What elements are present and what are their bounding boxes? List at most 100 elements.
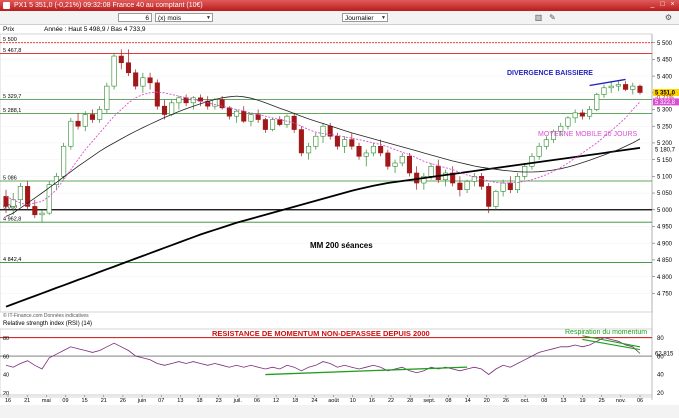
- candle-body: [32, 206, 38, 216]
- divergence-annotation: DIVERGENCE BAISSIERE: [507, 70, 593, 77]
- candle-body: [97, 109, 103, 120]
- x-tick-label: juin: [137, 398, 147, 404]
- x-tick-label: 18: [292, 398, 298, 404]
- candle-body: [241, 110, 247, 122]
- x-tick-label: mai: [42, 398, 51, 404]
- candle-body: [334, 135, 340, 147]
- price-y-tick-label: 5 000: [657, 208, 673, 214]
- candle-body: [169, 102, 175, 115]
- candle-body: [587, 109, 593, 117]
- level-label: 5 086: [3, 176, 17, 182]
- candle-body: [133, 72, 139, 87]
- candle-body: [507, 182, 513, 191]
- candle-body: [601, 87, 607, 95]
- candle-body: [478, 176, 485, 187]
- x-tick-label: 26: [120, 398, 126, 404]
- mm200-annotation: MM 200 séances: [310, 241, 373, 250]
- x-tick-label: oct.: [521, 398, 530, 404]
- rsi-last-value: 62,815: [655, 352, 674, 358]
- price-y-tick-label: 5 050: [657, 191, 673, 197]
- rsi-left-tick-label: 60: [3, 354, 9, 360]
- level-label: 4 842,4: [3, 257, 21, 263]
- candle-body: [378, 145, 384, 154]
- candle-body: [363, 152, 369, 157]
- candle-body: [406, 155, 412, 174]
- level-label: 5 500: [3, 37, 17, 43]
- candle-body: [161, 105, 168, 115]
- x-tick-label: 26: [503, 398, 509, 404]
- candle-body: [89, 114, 95, 120]
- candle-body: [154, 82, 160, 107]
- bottom-scrollbar: [0, 405, 679, 418]
- x-tick-label: 09: [62, 398, 68, 404]
- candle-body: [298, 129, 304, 154]
- x-tick-label: 25: [599, 398, 605, 404]
- ma20-line: [5, 91, 641, 206]
- candle-body: [61, 145, 67, 177]
- x-tick-label: 28: [407, 398, 413, 404]
- candle-body: [3, 196, 9, 207]
- x-tick-label: 21: [24, 398, 30, 404]
- x-tick-label: 13: [177, 398, 183, 404]
- candle-body: [399, 155, 405, 164]
- candle-body: [457, 182, 463, 191]
- rsi-left-tick-label: 40: [3, 373, 9, 379]
- level-label: 4 962,8: [3, 217, 21, 223]
- x-tick-label: nov.: [616, 398, 626, 404]
- candle-body: [284, 115, 290, 125]
- candle-body: [125, 62, 132, 74]
- candle-body: [277, 119, 283, 125]
- candle-body: [579, 112, 585, 117]
- price-tag-label: 5 322,8: [655, 100, 676, 106]
- x-tick-label: 07: [158, 398, 164, 404]
- x-tick-label: 08: [445, 398, 451, 404]
- candle-body: [500, 182, 506, 192]
- candle-body: [75, 120, 81, 127]
- candle-body: [140, 77, 146, 87]
- price-chart[interactable]: 5 500 5 467,8 5 329,7 5 288,1 5 086 5 000 4 96…: [0, 0, 679, 418]
- price-y-tick-label: 5 100: [657, 175, 673, 181]
- candle-body: [514, 176, 521, 191]
- level-label: 5 467,8: [3, 48, 21, 54]
- candle-body: [385, 152, 391, 167]
- price-y-tick-label: 4 850: [657, 258, 673, 264]
- candle-body: [630, 85, 636, 90]
- x-tick-label: 18: [196, 398, 202, 404]
- x-tick-label: 22: [388, 398, 394, 404]
- candle-body: [147, 77, 153, 84]
- price-y-tick-label: 4 900: [657, 241, 673, 247]
- candle-body: [234, 110, 240, 117]
- candle-body: [428, 166, 434, 177]
- candle-body: [262, 119, 268, 130]
- candle-body: [320, 125, 326, 137]
- candle-body: [392, 162, 398, 167]
- candle-body: [313, 135, 319, 147]
- candle-body: [565, 117, 571, 127]
- x-tick-label: 16: [5, 398, 11, 404]
- x-tick-label: 20: [484, 398, 490, 404]
- x-tick-label: 21: [101, 398, 107, 404]
- candle-body: [529, 155, 535, 167]
- copyright-text: © IT-Finance.com Données indicatives: [3, 313, 89, 319]
- candle-body: [486, 186, 492, 207]
- candle-body: [226, 107, 232, 117]
- price-y-tick-label: 5 200: [657, 141, 673, 147]
- candle-body: [212, 99, 218, 107]
- rsi-breath-annotation: Respiration du momentum: [565, 329, 648, 336]
- candle-body: [572, 112, 578, 119]
- candle-body: [608, 85, 614, 89]
- price-y-tick-label: 5 300: [657, 108, 673, 114]
- candle-body: [349, 139, 355, 147]
- candle-body: [356, 145, 362, 157]
- candle-body: [342, 139, 348, 147]
- candle-body: [118, 55, 124, 64]
- price-y-tick-label: 5 450: [657, 58, 673, 64]
- rsi-y-tick-label: 40: [657, 373, 664, 379]
- candle-body: [493, 191, 499, 207]
- price-y-tick-label: 5 500: [657, 41, 673, 47]
- x-tick-label: 16: [369, 398, 375, 404]
- rsi-title: Relative strength index (RSI) (14): [3, 321, 93, 327]
- price-y-tick-label: 5 400: [657, 74, 673, 80]
- price-y-tick-label: 4 750: [657, 291, 673, 297]
- x-tick-label: 24: [311, 398, 317, 404]
